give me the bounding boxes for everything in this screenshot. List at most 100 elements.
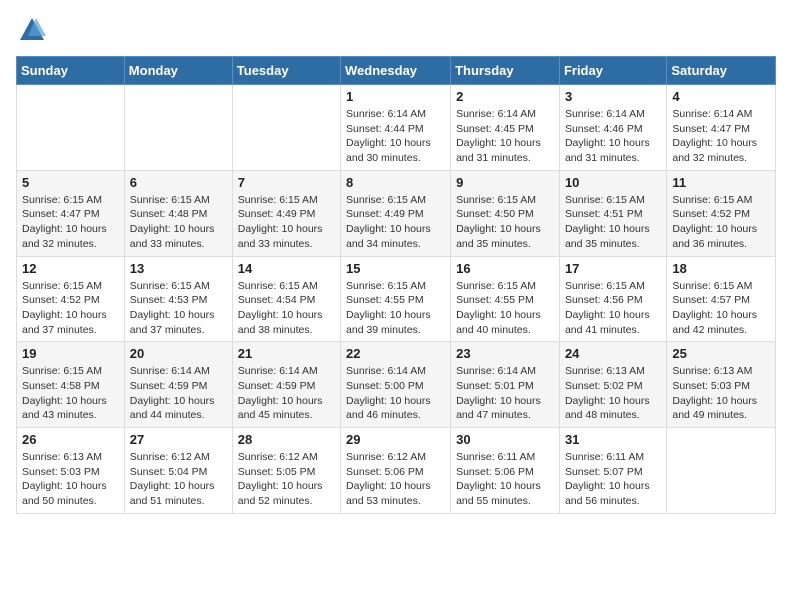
day-number: 6: [130, 175, 227, 190]
calendar-cell: 22 Sunrise: 6:14 AMSunset: 5:00 PMDayligh…: [341, 342, 451, 428]
day-info: Sunrise: 6:14 AMSunset: 4:59 PMDaylight:…: [130, 364, 227, 423]
day-info: Sunrise: 6:15 AMSunset: 4:49 PMDaylight:…: [238, 193, 335, 252]
calendar-cell: 29 Sunrise: 6:12 AMSunset: 5:06 PMDayligh…: [341, 428, 451, 514]
day-info: Sunrise: 6:14 AMSunset: 5:01 PMDaylight:…: [456, 364, 554, 423]
day-number: 23: [456, 346, 554, 361]
day-info: Sunrise: 6:15 AMSunset: 4:48 PMDaylight:…: [130, 193, 227, 252]
calendar-cell: 28 Sunrise: 6:12 AMSunset: 5:05 PMDayligh…: [232, 428, 340, 514]
calendar-cell: 18 Sunrise: 6:15 AMSunset: 4:57 PMDayligh…: [667, 256, 776, 342]
day-number: 5: [22, 175, 119, 190]
day-info: Sunrise: 6:15 AMSunset: 4:53 PMDaylight:…: [130, 279, 227, 338]
day-number: 26: [22, 432, 119, 447]
day-number: 8: [346, 175, 445, 190]
calendar-cell: 10 Sunrise: 6:15 AMSunset: 4:51 PMDayligh…: [559, 170, 666, 256]
day-number: 31: [565, 432, 661, 447]
day-info: Sunrise: 6:11 AMSunset: 5:06 PMDaylight:…: [456, 450, 554, 509]
day-number: 17: [565, 261, 661, 276]
day-info: Sunrise: 6:13 AMSunset: 5:03 PMDaylight:…: [22, 450, 119, 509]
day-info: Sunrise: 6:11 AMSunset: 5:07 PMDaylight:…: [565, 450, 661, 509]
calendar-week-row: 26 Sunrise: 6:13 AMSunset: 5:03 PMDayligh…: [17, 428, 776, 514]
day-info: Sunrise: 6:15 AMSunset: 4:55 PMDaylight:…: [456, 279, 554, 338]
day-number: 14: [238, 261, 335, 276]
calendar-header-friday: Friday: [559, 57, 666, 85]
day-number: 10: [565, 175, 661, 190]
calendar-cell: 12Sunrise: 6:15 AMSunset: 4:52 PMDayligh…: [17, 256, 125, 342]
day-info: Sunrise: 6:14 AMSunset: 4:44 PMDaylight:…: [346, 107, 445, 166]
day-info: Sunrise: 6:14 AMSunset: 4:45 PMDaylight:…: [456, 107, 554, 166]
day-number: 1: [346, 89, 445, 104]
calendar-cell: [667, 428, 776, 514]
calendar-cell: 23 Sunrise: 6:14 AMSunset: 5:01 PMDayligh…: [451, 342, 560, 428]
calendar-cell: 27 Sunrise: 6:12 AMSunset: 5:04 PMDayligh…: [124, 428, 232, 514]
day-number: 22: [346, 346, 445, 361]
calendar-header-row: SundayMondayTuesdayWednesdayThursdayFrid…: [17, 57, 776, 85]
day-number: 20: [130, 346, 227, 361]
day-info: Sunrise: 6:14 AMSunset: 5:00 PMDaylight:…: [346, 364, 445, 423]
calendar-cell: [124, 85, 232, 171]
day-info: Sunrise: 6:12 AMSunset: 5:04 PMDaylight:…: [130, 450, 227, 509]
day-number: 16: [456, 261, 554, 276]
day-info: Sunrise: 6:15 AMSunset: 4:49 PMDaylight:…: [346, 193, 445, 252]
logo-icon: [18, 16, 46, 44]
day-number: 11: [672, 175, 770, 190]
day-info: Sunrise: 6:14 AMSunset: 4:46 PMDaylight:…: [565, 107, 661, 166]
day-number: 19: [22, 346, 119, 361]
day-number: 18: [672, 261, 770, 276]
calendar-cell: 25Sunrise: 6:13 AMSunset: 5:03 PMDayligh…: [667, 342, 776, 428]
day-info: Sunrise: 6:12 AMSunset: 5:05 PMDaylight:…: [238, 450, 335, 509]
day-number: 2: [456, 89, 554, 104]
calendar-cell: 6 Sunrise: 6:15 AMSunset: 4:48 PMDaylight…: [124, 170, 232, 256]
day-info: Sunrise: 6:15 AMSunset: 4:54 PMDaylight:…: [238, 279, 335, 338]
day-number: 21: [238, 346, 335, 361]
day-number: 25: [672, 346, 770, 361]
day-number: 28: [238, 432, 335, 447]
calendar-header-wednesday: Wednesday: [341, 57, 451, 85]
calendar-cell: 19 Sunrise: 6:15 AMSunset: 4:58 PMDayligh…: [17, 342, 125, 428]
calendar-cell: 16 Sunrise: 6:15 AMSunset: 4:55 PMDayligh…: [451, 256, 560, 342]
calendar-cell: 17Sunrise: 6:15 AMSunset: 4:56 PMDayligh…: [559, 256, 666, 342]
calendar-header-thursday: Thursday: [451, 57, 560, 85]
day-info: Sunrise: 6:15 AMSunset: 4:50 PMDaylight:…: [456, 193, 554, 252]
day-number: 24: [565, 346, 661, 361]
day-number: 27: [130, 432, 227, 447]
calendar-cell: 20 Sunrise: 6:14 AMSunset: 4:59 PMDayligh…: [124, 342, 232, 428]
calendar-table: SundayMondayTuesdayWednesdayThursdayFrid…: [16, 56, 776, 514]
calendar-header-sunday: Sunday: [17, 57, 125, 85]
calendar-week-row: 19 Sunrise: 6:15 AMSunset: 4:58 PMDayligh…: [17, 342, 776, 428]
calendar-cell: [232, 85, 340, 171]
day-info: Sunrise: 6:14 AMSunset: 4:47 PMDaylight:…: [672, 107, 770, 166]
logo: [16, 16, 46, 44]
calendar-cell: 5Sunrise: 6:15 AMSunset: 4:47 PMDaylight…: [17, 170, 125, 256]
calendar-cell: 9 Sunrise: 6:15 AMSunset: 4:50 PMDaylight…: [451, 170, 560, 256]
calendar-cell: 14 Sunrise: 6:15 AMSunset: 4:54 PMDayligh…: [232, 256, 340, 342]
calendar-cell: 1 Sunrise: 6:14 AMSunset: 4:44 PMDaylight…: [341, 85, 451, 171]
day-number: 12: [22, 261, 119, 276]
calendar-header-monday: Monday: [124, 57, 232, 85]
calendar-cell: 11 Sunrise: 6:15 AMSunset: 4:52 PMDayligh…: [667, 170, 776, 256]
day-number: 13: [130, 261, 227, 276]
day-number: 29: [346, 432, 445, 447]
calendar-cell: [17, 85, 125, 171]
day-info: Sunrise: 6:15 AMSunset: 4:52 PMDaylight:…: [672, 193, 770, 252]
day-info: Sunrise: 6:12 AMSunset: 5:06 PMDaylight:…: [346, 450, 445, 509]
calendar-week-row: 12Sunrise: 6:15 AMSunset: 4:52 PMDayligh…: [17, 256, 776, 342]
day-number: 4: [672, 89, 770, 104]
calendar-cell: 2 Sunrise: 6:14 AMSunset: 4:45 PMDaylight…: [451, 85, 560, 171]
calendar-cell: 26 Sunrise: 6:13 AMSunset: 5:03 PMDayligh…: [17, 428, 125, 514]
day-number: 15: [346, 261, 445, 276]
day-info: Sunrise: 6:15 AMSunset: 4:51 PMDaylight:…: [565, 193, 661, 252]
calendar-week-row: 5Sunrise: 6:15 AMSunset: 4:47 PMDaylight…: [17, 170, 776, 256]
calendar-cell: 15Sunrise: 6:15 AMSunset: 4:55 PMDayligh…: [341, 256, 451, 342]
day-info: Sunrise: 6:15 AMSunset: 4:58 PMDaylight:…: [22, 364, 119, 423]
calendar-cell: 21Sunrise: 6:14 AMSunset: 4:59 PMDayligh…: [232, 342, 340, 428]
day-info: Sunrise: 6:15 AMSunset: 4:57 PMDaylight:…: [672, 279, 770, 338]
calendar-cell: 8 Sunrise: 6:15 AMSunset: 4:49 PMDaylight…: [341, 170, 451, 256]
calendar-week-row: 1 Sunrise: 6:14 AMSunset: 4:44 PMDaylight…: [17, 85, 776, 171]
calendar-cell: 31 Sunrise: 6:11 AMSunset: 5:07 PMDayligh…: [559, 428, 666, 514]
day-number: 9: [456, 175, 554, 190]
page-header: [16, 16, 776, 44]
day-number: 3: [565, 89, 661, 104]
calendar-cell: 24Sunrise: 6:13 AMSunset: 5:02 PMDayligh…: [559, 342, 666, 428]
day-number: 7: [238, 175, 335, 190]
calendar-header-saturday: Saturday: [667, 57, 776, 85]
